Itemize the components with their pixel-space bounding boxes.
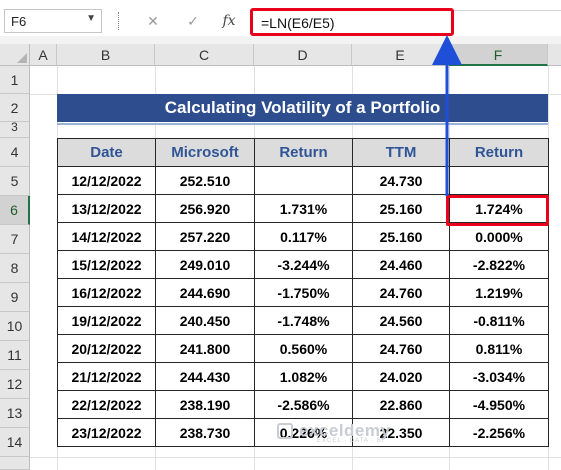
watermark-tagline: EXCEL · DATA · BI [317,438,385,444]
exceldemy-watermark: exceldemy EXCEL · DATA · BI [277,421,390,444]
exceldemy-logo-icon [277,423,293,439]
annotation-arrow [432,35,462,196]
